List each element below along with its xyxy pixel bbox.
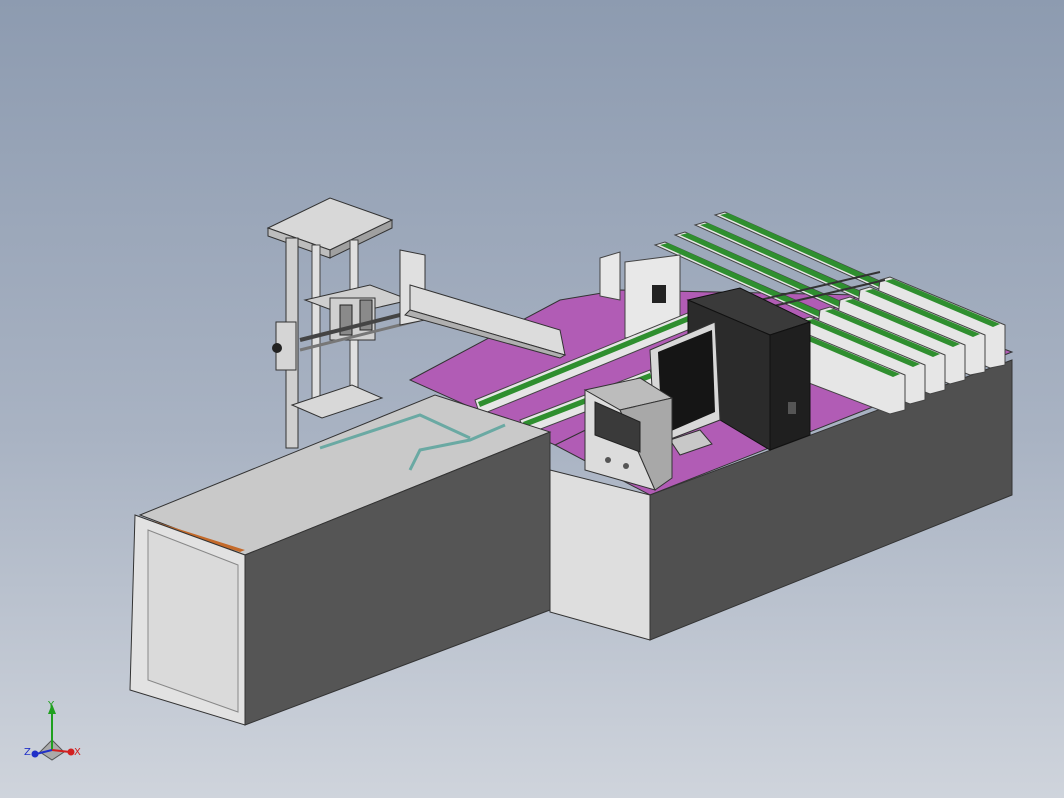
x-axis-label: X	[74, 747, 81, 758]
axis-triad: Y X Z	[24, 700, 81, 761]
z-axis-label: Z	[24, 747, 31, 758]
front-enclosure	[129, 394, 552, 726]
y-axis-label: Y	[47, 700, 55, 711]
3d-viewport[interactable]: Y X Z	[0, 0, 1064, 798]
cad-model-view: Y X Z	[24, 197, 1014, 761]
hmi-panel	[583, 377, 674, 491]
